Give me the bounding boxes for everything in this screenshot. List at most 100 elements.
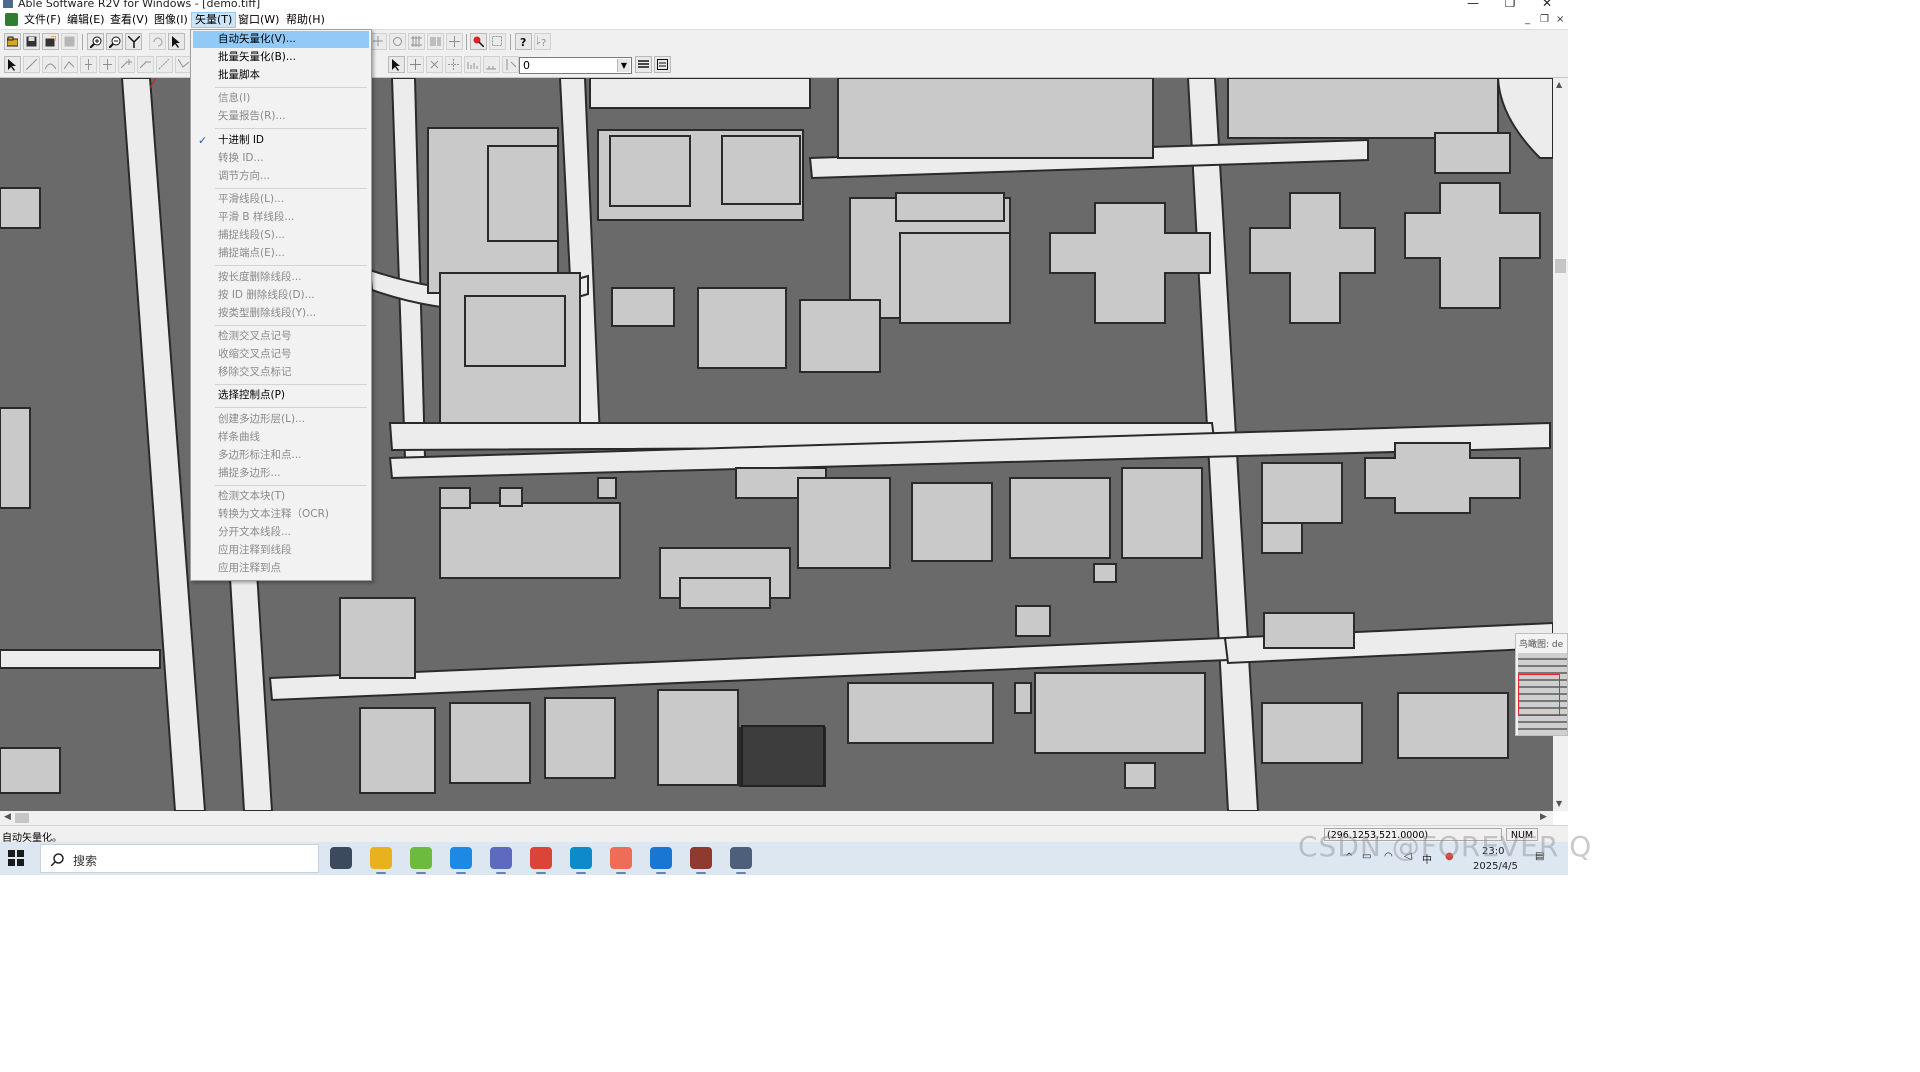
vector-menu-item[interactable]: 转换 ID... (193, 150, 369, 167)
menu-help[interactable]: 帮助(H) (283, 13, 328, 27)
attribute-icon[interactable] (502, 56, 519, 73)
vector-menu-item[interactable]: 转换为文本注释（OCR) (193, 506, 369, 523)
vector-menu-item[interactable]: 调节方向... (193, 168, 369, 185)
vector-menu-item[interactable]: 收缩交叉点记号 (193, 346, 369, 363)
vertical-scroll-thumb[interactable] (1555, 259, 1566, 273)
move-node-icon[interactable] (156, 56, 173, 73)
add-node-icon[interactable] (118, 56, 135, 73)
maximize-button[interactable]: ❐ (1500, 0, 1520, 10)
close-button[interactable]: ✕ (1537, 0, 1557, 10)
zoom-out-icon[interactable] (106, 33, 123, 50)
mdi-minimize-button[interactable]: _ (1525, 14, 1530, 25)
app-purple-icon[interactable] (490, 847, 512, 874)
pointer-icon[interactable] (168, 33, 185, 50)
pointer-select-icon[interactable] (388, 56, 405, 73)
join-line-icon[interactable] (99, 56, 116, 73)
scroll-down-arrow-icon[interactable]: ▼ (1556, 799, 1562, 808)
vector-menu-item[interactable]: 按 ID 删除线段(D)... (193, 287, 369, 304)
undo-icon[interactable] (149, 33, 166, 50)
app-lightning-icon[interactable] (650, 847, 672, 874)
winrar-icon[interactable] (690, 847, 712, 874)
mdi-close-button[interactable]: × (1556, 14, 1564, 25)
align-point-icon[interactable] (445, 56, 462, 73)
app-red-icon[interactable] (610, 847, 632, 874)
chevron-down-icon[interactable]: ▼ (617, 59, 630, 72)
split-line-icon[interactable] (80, 56, 97, 73)
menu-vector[interactable]: 矢量(T) (191, 12, 237, 28)
menu-image[interactable]: 图像(I) (151, 13, 191, 27)
select-region-icon[interactable] (489, 33, 506, 50)
vector-tool-icon[interactable] (370, 33, 387, 50)
vector-menu-item[interactable]: 选择控制点(P) (193, 387, 369, 404)
mdi-restore-button[interactable]: ❐ (1540, 14, 1549, 25)
chrome-icon[interactable] (530, 847, 552, 874)
vector-menu-item[interactable]: 平滑 B 样线段... (193, 209, 369, 226)
vector-menu-item[interactable]: 按长度删除线段... (193, 269, 369, 286)
menu-view[interactable]: 查看(V) (107, 13, 151, 27)
scroll-up-arrow-icon[interactable]: ▲ (1556, 80, 1562, 89)
delete-node-icon[interactable] (137, 56, 154, 73)
vector-menu-item[interactable]: 移除交叉点标记 (193, 364, 369, 381)
vector-menu-item[interactable]: 检测文本块(T) (193, 488, 369, 505)
r2v-icon[interactable] (730, 847, 752, 874)
label-point-icon[interactable] (464, 56, 481, 73)
vector-menu-item[interactable]: 多边形标注和点... (193, 447, 369, 464)
minimize-button[interactable]: — (1463, 0, 1483, 10)
vector-menu-item[interactable]: 分开文本线段... (193, 524, 369, 541)
vector-menu-item[interactable]: 捕捉端点(E)... (193, 245, 369, 262)
add-point-icon[interactable] (407, 56, 424, 73)
vector-menu-item[interactable]: 自动矢量化(V)... (193, 31, 369, 48)
layer-settings-icon[interactable] (654, 56, 671, 73)
scroll-right-arrow-icon[interactable]: ▶ (1540, 812, 1547, 822)
vector-menu-item[interactable]: 应用注释到点 (193, 560, 369, 577)
vector-menu-item[interactable]: 检测交叉点记号 (193, 328, 369, 345)
draw-line-icon[interactable] (23, 56, 40, 73)
scroll-left-arrow-icon[interactable]: ◀ (4, 812, 11, 822)
file-explorer-icon[interactable] (370, 847, 392, 874)
vector-menu-item[interactable]: 应用注释到线段 (193, 542, 369, 559)
help-icon[interactable]: ? (515, 33, 532, 50)
zoom-in-icon[interactable] (87, 33, 104, 50)
task-view-icon[interactable] (330, 847, 352, 869)
app-blue-icon[interactable] (450, 847, 472, 874)
taskbar-search-box[interactable]: 搜索 (40, 844, 319, 873)
pick-color-icon[interactable] (470, 33, 487, 50)
save-as-icon[interactable] (42, 33, 59, 50)
star-tool-icon[interactable] (446, 33, 463, 50)
vector-menu-item[interactable]: 按类型删除线段(Y)... (193, 305, 369, 322)
fit-view-icon[interactable] (125, 33, 142, 50)
vector-menu-item[interactable]: 批量矢量化(B)... (193, 49, 369, 66)
grid-tool-icon[interactable] (408, 33, 425, 50)
edit-node-icon[interactable] (61, 56, 78, 73)
vector-menu-item[interactable]: 捕捉多边形... (193, 465, 369, 482)
save-icon[interactable] (23, 33, 40, 50)
draw-curve-icon[interactable] (42, 56, 59, 73)
edge-icon[interactable] (570, 847, 592, 874)
menu-edit[interactable]: 编辑(E) (64, 13, 108, 27)
vector-menu-item[interactable]: 捕捉线段(S)... (193, 227, 369, 244)
vector-menu-item[interactable]: 创建多边形层(L)... (193, 411, 369, 428)
vector-menu-item[interactable]: 矢量报告(R)... (193, 108, 369, 125)
measure-icon[interactable] (483, 56, 500, 73)
select-arrow-icon[interactable] (4, 56, 21, 73)
horizontal-scrollbar[interactable]: ◀ ▶ (0, 811, 1553, 825)
menu-window[interactable]: 窗口(W) (235, 13, 282, 27)
overview-viewport-frame[interactable] (1518, 674, 1560, 716)
node-tool-icon[interactable] (389, 33, 406, 50)
snap-point-icon[interactable] (426, 56, 443, 73)
qgis-icon[interactable] (410, 847, 432, 874)
layer-id-combo[interactable]: 0 ▼ (519, 57, 632, 74)
layer-list-icon[interactable] (635, 56, 652, 73)
menu-file[interactable]: 文件(F) (21, 13, 64, 27)
vector-menu-item[interactable]: 信息(I) (193, 90, 369, 107)
vector-menu-item[interactable]: 平滑线段(L)... (193, 191, 369, 208)
vector-menu-item[interactable]: 样条曲线 (193, 429, 369, 446)
windows-start-icon[interactable] (8, 850, 24, 869)
export-icon[interactable] (61, 33, 78, 50)
context-help-icon[interactable]: ? (534, 33, 551, 50)
vector-menu-item[interactable]: ✓ 十进制 ID (193, 132, 369, 149)
horizontal-scroll-thumb[interactable] (15, 813, 29, 823)
document-icon[interactable] (5, 13, 18, 26)
open-folder-icon[interactable] (4, 33, 21, 50)
vector-menu-item[interactable]: 批量脚本 (193, 67, 369, 84)
